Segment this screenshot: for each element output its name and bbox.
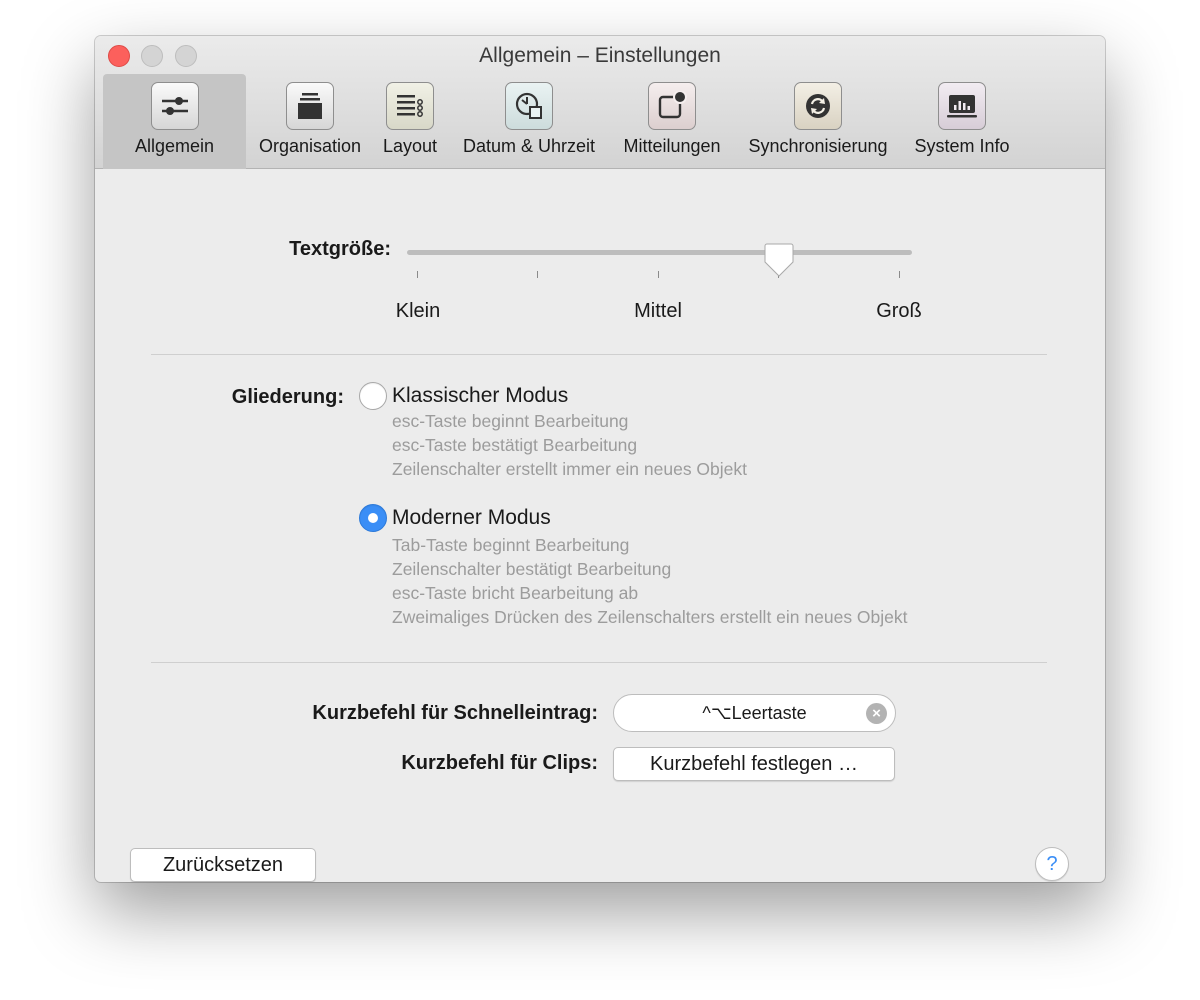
clips-shortcut-label: Kurzbefehl für Clips: <box>401 752 598 774</box>
tick-label-klein: Klein <box>395 300 441 322</box>
clock-icon <box>505 82 553 130</box>
tab-organisation[interactable]: Organisation <box>250 80 370 168</box>
slider-tick <box>417 271 418 278</box>
tab-label: Layout <box>382 136 438 156</box>
slider-tick <box>658 271 659 278</box>
slider-tick <box>899 271 900 278</box>
tab-label: Synchronisierung <box>748 136 888 156</box>
tick-label-mittel: Mittel <box>634 300 682 322</box>
description-line: esc-Taste bricht Bearbeitung ab <box>392 583 639 603</box>
tab-label: Organisation <box>258 136 362 156</box>
modern-mode-description: Tab-Taste beginnt Bearbeitung Zeilenscha… <box>392 533 908 629</box>
set-clips-shortcut-button[interactable]: Kurzbefehl festlegen … <box>613 747 895 781</box>
tab-synchronisierung[interactable]: Synchronisierung <box>737 80 899 168</box>
outline-label: Gliederung: <box>231 386 344 408</box>
window-title: Allgemein – Einstellungen <box>479 44 721 67</box>
classic-mode-description: esc-Taste beginnt Bearbeitung esc-Taste … <box>392 409 747 481</box>
modern-mode-title[interactable]: Moderner Modus <box>392 506 551 530</box>
quick-entry-shortcut-label: Kurzbefehl für Schnelleintrag: <box>312 702 598 724</box>
chart-monitor-icon <box>938 82 986 130</box>
description-line: esc-Taste beginnt Bearbeitung <box>392 411 629 431</box>
titlebar-toolbar: Allgemein – Einstellungen Allgemein Orga… <box>95 36 1105 169</box>
textsize-label: Textgröße: <box>289 238 391 260</box>
notification-badge-icon <box>648 82 696 130</box>
help-button[interactable]: ? <box>1035 847 1069 881</box>
description-line: Zeilenschalter bestätigt Bearbeitung <box>392 559 672 579</box>
sliders-icon <box>150 82 199 130</box>
radio-selected-dot <box>368 513 378 523</box>
shortcut-value: ^⌥Leertaste <box>702 703 807 723</box>
reset-button[interactable]: Zurücksetzen <box>130 848 316 882</box>
description-line: Zweimaliges Drücken des Zeilenschalters … <box>392 607 908 627</box>
tab-label: System Info <box>914 136 1010 156</box>
classic-mode-radio[interactable] <box>359 382 387 410</box>
divider <box>151 354 1047 355</box>
slider-tick <box>537 271 538 278</box>
sync-icon <box>794 82 842 130</box>
description-line: Tab-Taste beginnt Bearbeitung <box>392 535 630 555</box>
tab-datum-uhrzeit[interactable]: Datum & Uhrzeit <box>451 80 607 168</box>
textsize-slider-thumb[interactable] <box>764 242 794 278</box>
description-line: esc-Taste bestätigt Bearbeitung <box>392 435 638 455</box>
tick-label-gross: Groß <box>876 300 922 322</box>
tab-mitteilungen[interactable]: Mitteilungen <box>613 80 731 168</box>
divider <box>151 662 1047 663</box>
tab-allgemein[interactable]: Allgemein <box>103 80 246 168</box>
general-settings-panel: Textgröße: Klein Mittel Groß Gliederung:… <box>95 170 1105 882</box>
textsize-slider-track[interactable] <box>407 250 912 255</box>
tab-label: Datum & Uhrzeit <box>462 136 596 156</box>
description-line: Zeilenschalter erstellt immer ein neues … <box>392 459 748 479</box>
classic-mode-title[interactable]: Klassischer Modus <box>392 384 568 408</box>
quick-entry-shortcut-field[interactable]: ^⌥Leertaste × <box>613 694 896 732</box>
tab-system-info[interactable]: System Info <box>905 80 1019 168</box>
modern-mode-radio[interactable] <box>359 504 387 532</box>
clear-shortcut-icon[interactable]: × <box>866 703 887 724</box>
stack-icon <box>286 82 334 130</box>
tab-label: Allgemein <box>134 136 215 156</box>
preferences-window: Allgemein – Einstellungen Allgemein Orga… <box>95 36 1105 882</box>
layout-list-icon <box>386 82 434 130</box>
tab-layout[interactable]: Layout <box>375 80 445 168</box>
tab-label: Mitteilungen <box>623 136 721 156</box>
